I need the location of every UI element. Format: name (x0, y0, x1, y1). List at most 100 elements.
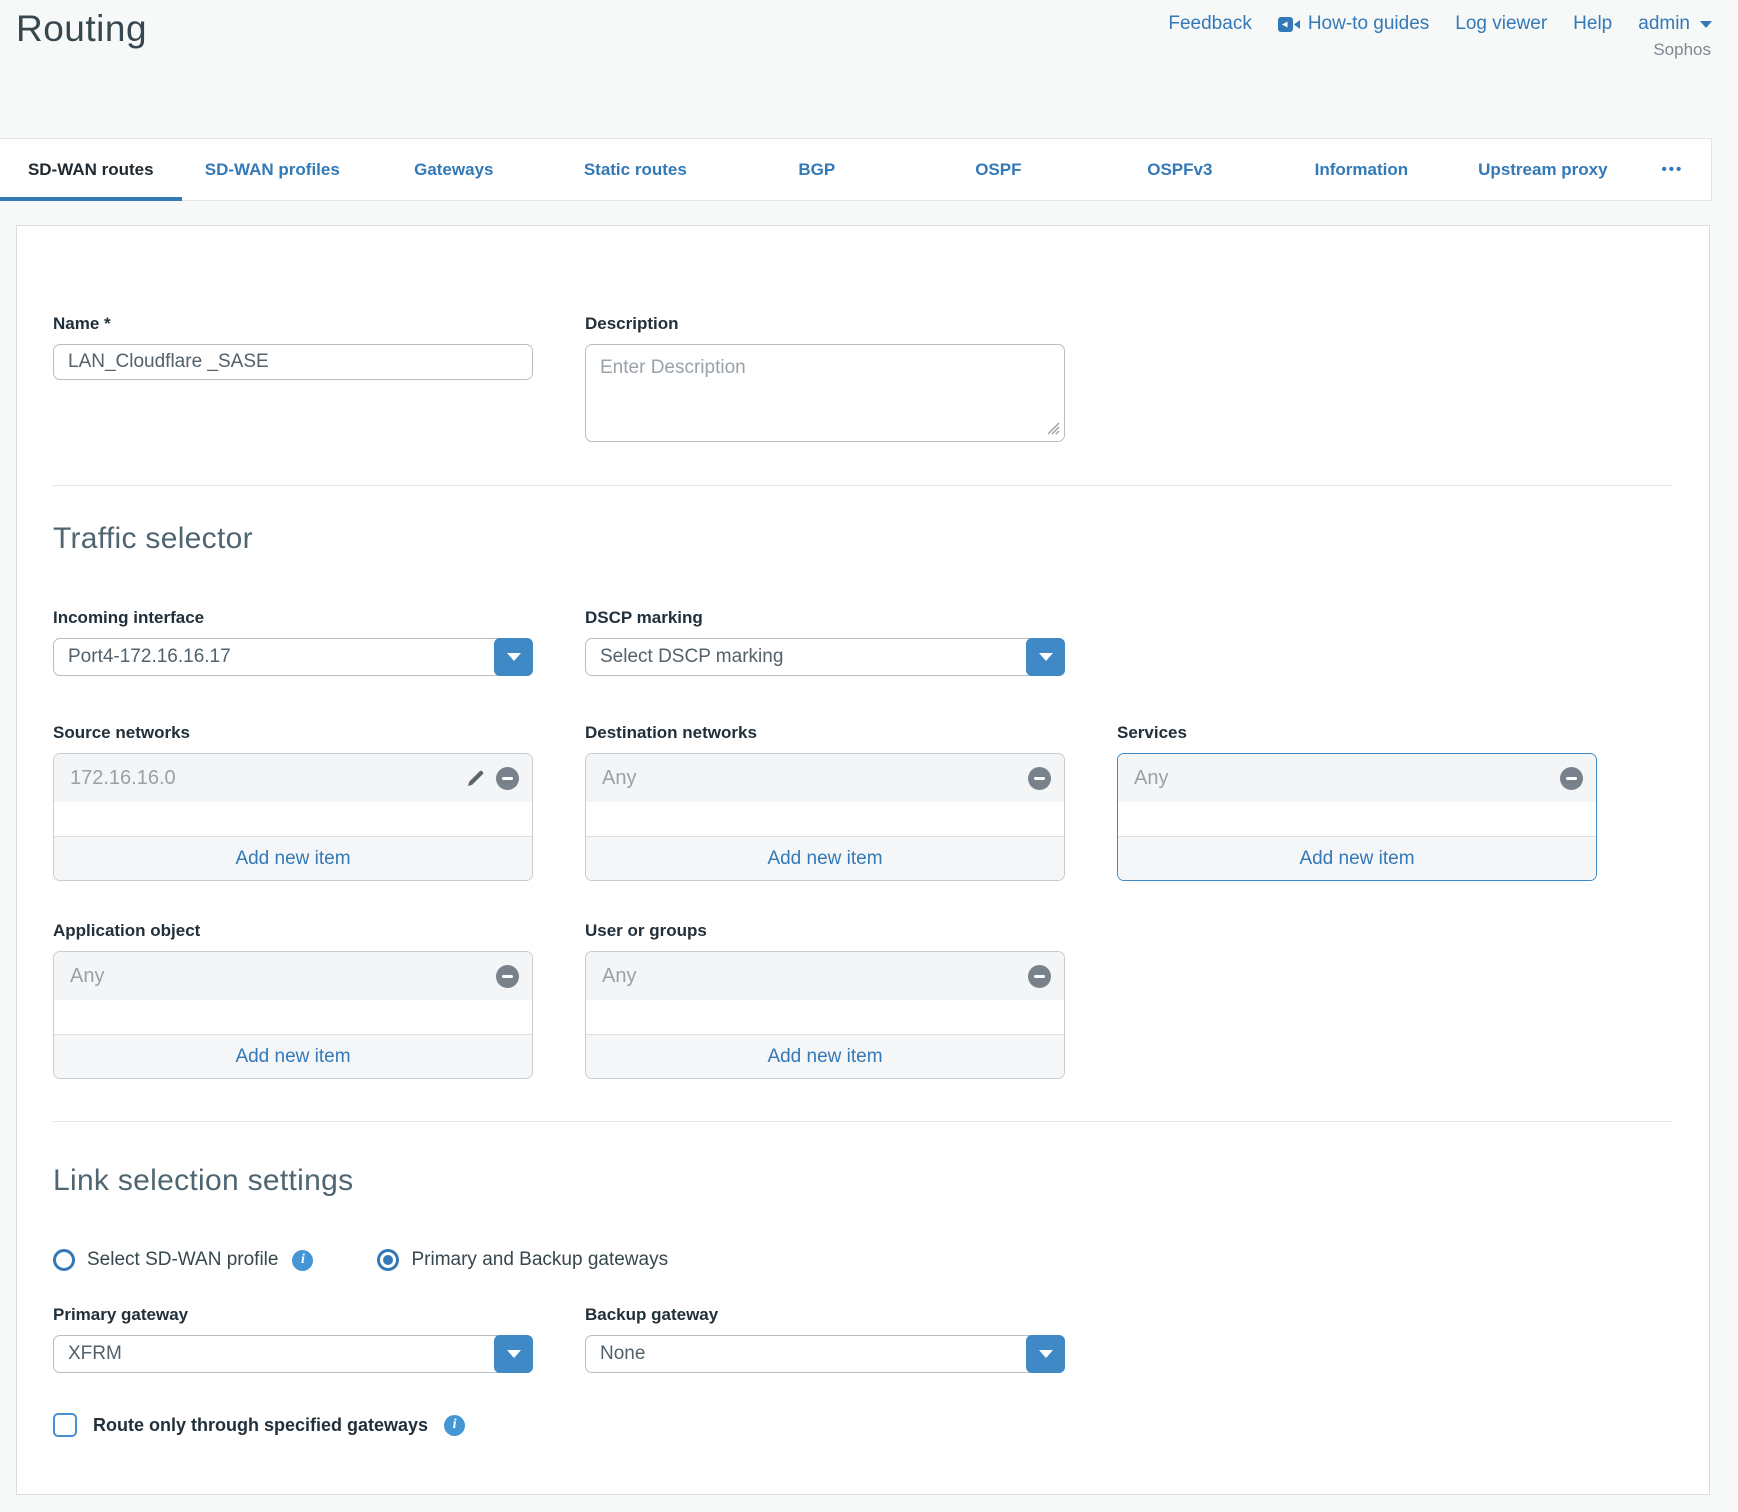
listbox-body (1118, 802, 1596, 836)
feedback-link[interactable]: Feedback (1168, 13, 1251, 35)
tab-upstream-proxy[interactable]: Upstream proxy (1452, 139, 1634, 200)
video-camera-icon (1278, 17, 1300, 32)
radio-button-icon[interactable] (377, 1249, 399, 1271)
source-networks-label: Source networks (53, 723, 533, 743)
chevron-down-icon (1039, 653, 1053, 661)
tab-overflow-menu[interactable]: ••• (1634, 139, 1711, 200)
tab-bar: SD-WAN routes SD-WAN profiles Gateways S… (0, 138, 1712, 201)
radio-select-sdwan-profile[interactable]: Select SD-WAN profile (53, 1249, 278, 1271)
incoming-interface-value[interactable]: Port4-172.16.16.17 (53, 638, 533, 676)
info-icon[interactable]: i (292, 1250, 313, 1271)
page-title: Routing (16, 8, 147, 50)
tab-information[interactable]: Information (1271, 139, 1453, 200)
primary-gateway-select[interactable]: XFRM (53, 1335, 533, 1373)
radio-label: Select SD-WAN profile (87, 1249, 278, 1271)
section-divider (53, 485, 1673, 486)
how-to-guides-link[interactable]: How-to guides (1278, 13, 1429, 35)
incoming-interface-label: Incoming interface (53, 608, 533, 628)
add-new-item-button[interactable]: Add new item (586, 1034, 1064, 1078)
header-nav: Feedback How-to guides Log viewer Help a… (1168, 13, 1712, 35)
list-item: Any (1118, 754, 1596, 802)
help-label: Help (1573, 13, 1612, 35)
description-label: Description (585, 314, 1065, 334)
radio-button-icon[interactable] (53, 1249, 75, 1271)
log-viewer-label: Log viewer (1455, 13, 1547, 35)
route-only-checkbox-label: Route only through specified gateways (93, 1415, 428, 1436)
feedback-link-label: Feedback (1168, 13, 1251, 35)
tab-sd-wan-profiles[interactable]: SD-WAN profiles (182, 139, 364, 200)
dscp-marking-value[interactable]: Select DSCP marking (585, 638, 1065, 676)
tab-bgp[interactable]: BGP (726, 139, 908, 200)
services-listbox: Any Add new item (1117, 753, 1597, 881)
description-field[interactable] (585, 344, 1065, 442)
tab-ospfv3[interactable]: OSPFv3 (1089, 139, 1271, 200)
backup-gateway-dropdown-button[interactable] (1026, 1335, 1065, 1373)
name-field[interactable] (53, 344, 533, 380)
remove-item-icon[interactable] (1028, 767, 1051, 790)
route-only-checkbox[interactable] (53, 1413, 77, 1437)
caret-down-icon (1700, 21, 1712, 28)
backup-gateway-label: Backup gateway (585, 1305, 1065, 1325)
tab-sd-wan-routes[interactable]: SD-WAN routes (0, 139, 182, 200)
section-divider (53, 1121, 1673, 1122)
primary-gateway-dropdown-button[interactable] (494, 1335, 533, 1373)
route-only-option: Route only through specified gateways i (53, 1413, 1673, 1437)
help-link[interactable]: Help (1573, 13, 1612, 35)
log-viewer-link[interactable]: Log viewer (1455, 13, 1547, 35)
edit-pencil-icon[interactable] (465, 768, 486, 789)
list-item: Any (586, 754, 1064, 802)
dscp-marking-select[interactable]: Select DSCP marking (585, 638, 1065, 676)
remove-item-icon[interactable] (496, 965, 519, 988)
chevron-down-icon (507, 653, 521, 661)
tab-gateways[interactable]: Gateways (363, 139, 545, 200)
source-networks-listbox: 172.16.16.0 Add new item (53, 753, 533, 881)
info-icon[interactable]: i (444, 1415, 465, 1436)
backup-gateway-select[interactable]: None (585, 1335, 1065, 1373)
user-or-groups-label: User or groups (585, 921, 1065, 941)
destination-networks-listbox: Any Add new item (585, 753, 1065, 881)
add-new-item-button[interactable]: Add new item (1118, 836, 1596, 880)
remove-item-icon[interactable] (1028, 965, 1051, 988)
radio-label: Primary and Backup gateways (411, 1249, 668, 1271)
radio-primary-backup-gateways[interactable]: Primary and Backup gateways (377, 1249, 668, 1271)
user-or-groups-listbox: Any Add new item (585, 951, 1065, 1079)
application-object-listbox: Any Add new item (53, 951, 533, 1079)
services-label: Services (1117, 723, 1597, 743)
dscp-marking-label: DSCP marking (585, 608, 1065, 628)
primary-gateway-label: Primary gateway (53, 1305, 533, 1325)
route-form-card: Name * Description Traffic selector Inco… (16, 225, 1710, 1495)
incoming-interface-select[interactable]: Port4-172.16.16.17 (53, 638, 533, 676)
admin-menu-label: admin (1638, 13, 1690, 35)
chevron-down-icon (507, 1350, 521, 1358)
listbox-body (54, 1000, 532, 1034)
primary-gateway-value[interactable]: XFRM (53, 1335, 533, 1373)
listbox-body (54, 802, 532, 836)
chevron-down-icon (1039, 1350, 1053, 1358)
link-selection-options: Select SD-WAN profile i Primary and Back… (53, 1249, 1673, 1271)
general-section: Name * Description (53, 226, 1673, 447)
add-new-item-button[interactable]: Add new item (54, 836, 532, 880)
brand-label: Sophos (1653, 40, 1711, 60)
application-object-label: Application object (53, 921, 533, 941)
list-item-label: Any (70, 965, 486, 988)
add-new-item-button[interactable]: Add new item (54, 1034, 532, 1078)
destination-networks-label: Destination networks (585, 723, 1065, 743)
admin-menu[interactable]: admin (1638, 13, 1712, 35)
list-item: 172.16.16.0 (54, 754, 532, 802)
incoming-interface-dropdown-button[interactable] (494, 638, 533, 676)
link-selection-heading: Link selection settings (53, 1164, 1673, 1198)
tab-ospf[interactable]: OSPF (908, 139, 1090, 200)
traffic-selector-heading: Traffic selector (53, 522, 1673, 556)
remove-item-icon[interactable] (1560, 767, 1583, 790)
tab-static-routes[interactable]: Static routes (545, 139, 727, 200)
remove-item-icon[interactable] (496, 767, 519, 790)
list-item: Any (586, 952, 1064, 1000)
add-new-item-button[interactable]: Add new item (586, 836, 1064, 880)
list-item: Any (54, 952, 532, 1000)
backup-gateway-value[interactable]: None (585, 1335, 1065, 1373)
listbox-body (586, 802, 1064, 836)
dscp-marking-dropdown-button[interactable] (1026, 638, 1065, 676)
listbox-body (586, 1000, 1064, 1034)
page-header: Routing Feedback How-to guides Log viewe… (0, 0, 1738, 138)
list-item-label: Any (602, 767, 1018, 790)
